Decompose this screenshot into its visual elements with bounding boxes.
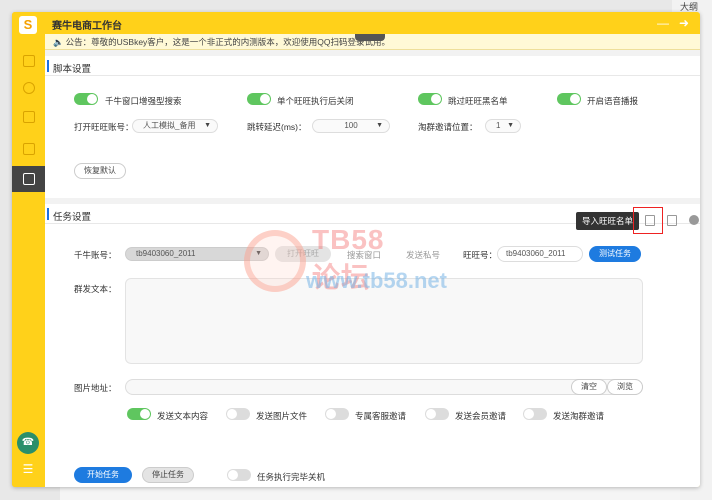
toggle-member-invite-label: 发送会员邀请 (455, 411, 507, 421)
jump-delay-label: 跳转延迟(ms)： (247, 122, 307, 132)
clear-button[interactable]: 清空 (571, 379, 607, 395)
toggle-voice-broadcast-label: 开启语音播报 (587, 96, 639, 106)
wangwang-id-input[interactable]: tb9403060_2011 (497, 246, 583, 262)
toggle-close-after-run[interactable] (247, 93, 271, 105)
chevron-down-icon: ▼ (376, 122, 383, 129)
toggle-skip-blacklist-label: 跳过旺旺黑名单 (448, 96, 508, 106)
jump-delay-value: 100 (344, 121, 358, 130)
sidebar-item-calendar[interactable] (12, 104, 45, 130)
toggle-close-after-run-label: 单个旺旺执行后关闭 (277, 96, 354, 106)
speaker-icon: 🔈 (53, 37, 64, 47)
qianniu-account-select[interactable]: tb9403060_2011 ▼ (125, 247, 269, 261)
script-settings-title: 脚本设置 (53, 64, 92, 75)
open-wangwang-value: 人工模拟_备用 (143, 121, 196, 130)
task-settings-title: 任务设置 (53, 212, 92, 223)
toggle-vip-service[interactable] (325, 408, 349, 420)
script-settings-panel: 脚本设置 千牛窗口增强型搜索 单个旺旺执行后关闭 跳过旺旺黑名单 开启语音播报 … (45, 56, 700, 198)
browse-button[interactable]: 浏览 (607, 379, 643, 395)
clock-icon (22, 82, 35, 94)
image-icon (22, 55, 35, 67)
menu-list-icon[interactable]: ☰ (21, 463, 35, 475)
image-address-label: 图片地址： (74, 383, 117, 393)
minimize-icon[interactable]: — (656, 16, 670, 30)
sidebar-item-export[interactable] (12, 136, 45, 162)
open-wangwang-select[interactable]: 人工模拟_备用 ▼ (132, 119, 218, 133)
open-wangwang-label: 打开旺旺账号： (74, 122, 134, 132)
toggle-skip-blacklist[interactable] (418, 93, 442, 105)
search-window-label[interactable]: 搜索窗口 (347, 249, 381, 261)
toggle-shutdown-after[interactable] (227, 469, 251, 481)
import-tooltip: 导入旺旺名单 (576, 212, 640, 230)
calendar-icon (22, 111, 35, 123)
main-content: 🔈 公告：尊敬的USBkey客户，这是一个非正式的内测版本，欢迎使用QQ扫码登录试… (45, 34, 700, 487)
chevron-down-icon: ▼ (507, 122, 514, 129)
wangwang-id-label: 旺旺号： (463, 250, 498, 260)
start-task-button[interactable]: 开始任务 (74, 467, 132, 483)
qianniu-account-value: tb9403060_2011 (136, 249, 196, 258)
background-window-bottom (60, 486, 680, 500)
collapse-handle[interactable] (355, 34, 385, 41)
toggle-taoqun-invite[interactable] (523, 408, 547, 420)
toggle-send-image[interactable] (226, 408, 250, 420)
list-box-icon (22, 173, 35, 185)
script-settings-header: 脚本设置 (45, 56, 700, 76)
qianniu-account-label: 千牛账号： (74, 250, 117, 260)
toggle-vip-service-label: 专属客服邀请 (355, 411, 407, 421)
notice-text: 公告：尊敬的USBkey客户，这是一个非正式的内测版本，欢迎使用QQ扫码登录试用… (65, 37, 391, 47)
toggle-enhanced-search[interactable] (74, 93, 98, 105)
export-icon (22, 143, 35, 155)
section-accent (47, 208, 49, 220)
group-text-area[interactable] (125, 278, 643, 364)
restore-default-button[interactable]: 恢复默认 (74, 163, 126, 179)
stop-task-button[interactable]: 停止任务 (142, 467, 194, 483)
sidebar-item-history[interactable] (12, 75, 45, 101)
section-accent (47, 60, 49, 72)
toggle-send-text[interactable] (127, 408, 151, 420)
group-invite-value: 1 (496, 121, 501, 130)
toggle-shutdown-after-label: 任务执行完毕关机 (257, 472, 326, 482)
title-bar: 赛牛电商工作台 — ➜ (12, 12, 700, 34)
sidebar: S ☎ ☰ (12, 12, 45, 487)
send-private-label[interactable]: 发送私号 (406, 249, 440, 261)
sidebar-item-image[interactable] (12, 48, 45, 74)
chevron-down-icon: ▼ (204, 122, 211, 129)
open-wangwang-button[interactable]: 打开旺旺 (275, 246, 331, 262)
task-settings-panel: 任务设置 导入旺旺名单 千牛账号： tb9403060_2011 ▼ 打开旺旺 … (45, 204, 700, 487)
toggle-voice-broadcast[interactable] (557, 93, 581, 105)
wangwang-id-value: tb9403060_2011 (506, 249, 566, 258)
test-task-button[interactable]: 测试任务 (589, 246, 641, 262)
toggle-taoqun-invite-label: 发送淘群邀请 (553, 411, 605, 421)
toggle-send-image-label: 发送图片文件 (256, 411, 308, 421)
toggle-enhanced-search-label: 千牛窗口增强型搜索 (105, 96, 182, 106)
group-text-label: 群发文本： (74, 284, 117, 294)
sidebar-item-wangwang[interactable] (12, 166, 45, 192)
image-address-input[interactable] (125, 379, 643, 395)
toggle-member-invite[interactable] (425, 408, 449, 420)
chevron-down-icon: ▼ (255, 250, 262, 257)
settings-round-icon[interactable] (689, 215, 699, 225)
import-file-icon[interactable] (645, 215, 655, 226)
toggle-send-text-label: 发送文本内容 (157, 411, 209, 421)
group-invite-select[interactable]: 1 ▼ (485, 119, 521, 133)
app-window: S ☎ ☰ 赛牛电商工作台 — ➜ 🔈 公告：尊敬的USBkey客户，这是一个非正… (12, 12, 700, 487)
group-invite-label: 淘群邀请位置： (418, 122, 478, 132)
document-icon[interactable] (667, 215, 677, 226)
logout-icon[interactable]: ➜ (677, 16, 691, 30)
app-title: 赛牛电商工作台 (52, 21, 122, 32)
qq-service-icon[interactable]: ☎ (17, 432, 39, 454)
jump-delay-select[interactable]: 100 ▼ (312, 119, 390, 133)
